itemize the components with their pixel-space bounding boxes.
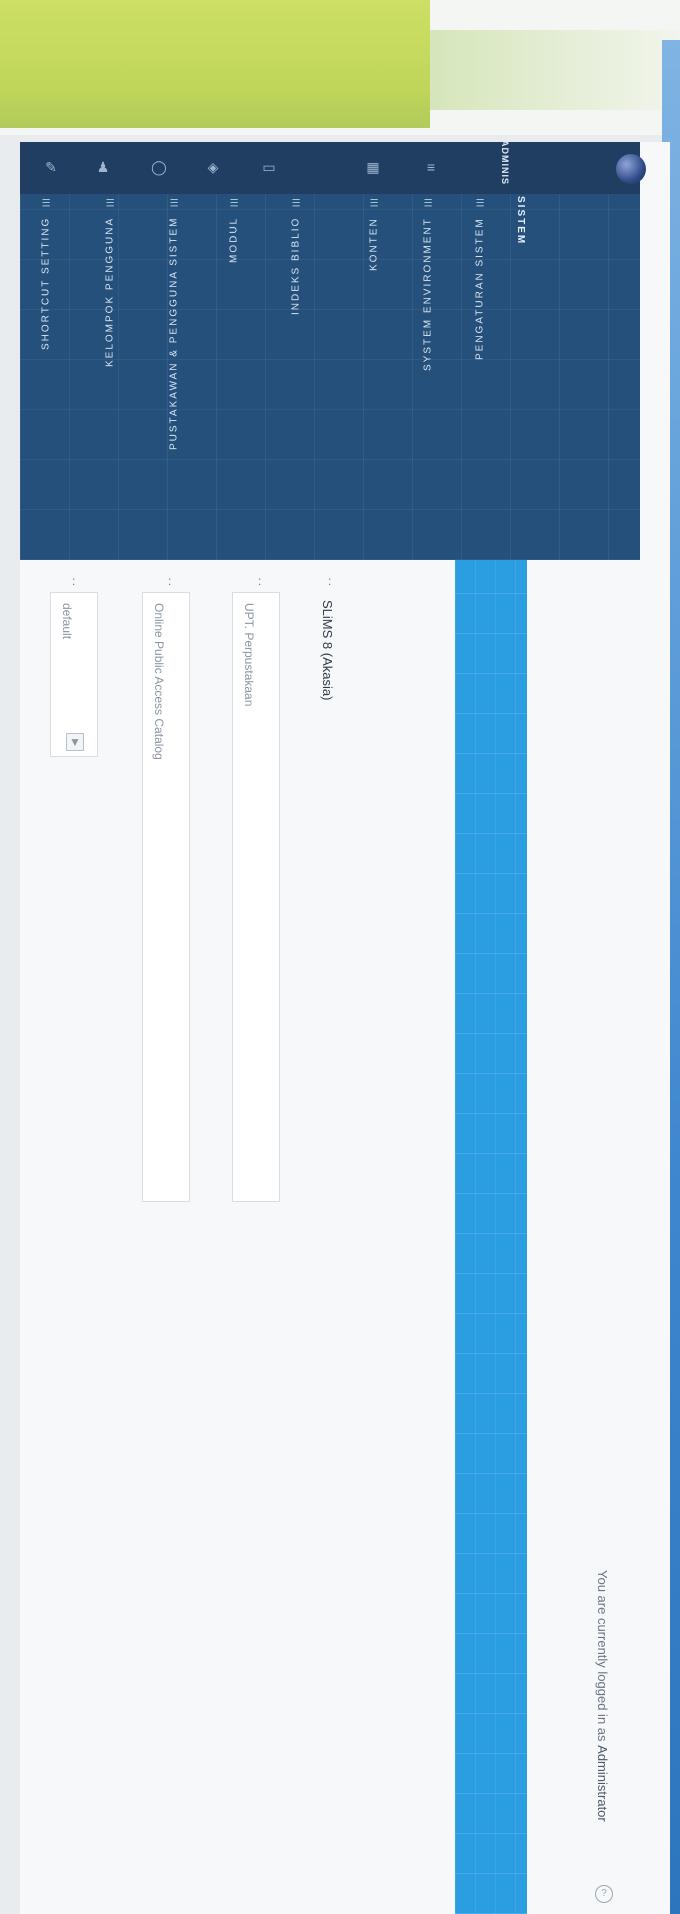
menu-bars-icon: ☰ xyxy=(474,194,486,207)
sidebar-item-label: PENGATURAN SISTEM xyxy=(474,217,486,360)
library-name-value: SLiMS 8 (Akasia) xyxy=(320,600,335,701)
sidebar-item-label: INDEKS BIBLIO xyxy=(290,217,302,316)
menu-bars-icon: ☰ xyxy=(368,194,380,207)
menu-bars-icon: ☰ xyxy=(40,194,52,207)
book-icon[interactable]: ▭ xyxy=(258,156,280,178)
sidebar-item-label: MODUL xyxy=(228,217,240,264)
sidebar-item-kelompok-pengguna[interactable]: KELOMPOK PENGGUNA ☰ xyxy=(90,194,130,560)
field-colon: : xyxy=(328,574,332,588)
pencil-icon[interactable]: ✎ xyxy=(40,156,62,178)
section-title: SISTEM xyxy=(515,196,526,246)
menu-bars-icon: ☰ xyxy=(228,194,240,207)
login-prefix: You are currently logged in as xyxy=(595,1570,610,1742)
menu-bars-icon: ☰ xyxy=(104,194,116,207)
highlight-band xyxy=(0,0,430,128)
grid-icon[interactable]: ▦ xyxy=(362,156,384,178)
app-window: ✎ ♟ ◯ ◈ ▭ ▦ ≡ ADMINIS SISTEM PENGATURAN … xyxy=(20,140,670,1914)
field-colon: : xyxy=(258,574,262,588)
chevron-down-icon[interactable]: ▼ xyxy=(66,733,84,751)
avatar[interactable] xyxy=(616,154,646,184)
bookmark-icon[interactable]: ◈ xyxy=(202,156,224,178)
opac-title-value: Online Public Access Catalog xyxy=(152,603,166,760)
sidebar-item-label: PUSTAKAWAN & PENGGUNA SISTEM xyxy=(168,217,180,451)
menu-bars-icon: ☰ xyxy=(168,194,180,207)
sidebar-item-label: SYSTEM ENVIRONMENT xyxy=(422,217,434,371)
sidebar-item-konten[interactable]: KONTEN ☰ xyxy=(354,194,394,560)
header-bar xyxy=(455,560,527,1914)
menu-bars-icon: ☰ xyxy=(422,194,434,207)
user-label: ADMINIS xyxy=(500,140,510,185)
sidebar-item-label: KONTEN xyxy=(368,217,380,271)
sidebar-item-pustakawan[interactable]: PUSTAKAWAN & PENGGUNA SISTEM ☰ xyxy=(154,194,194,560)
sidebar-item-indeks-biblio[interactable]: INDEKS BIBLIO ☰ xyxy=(276,194,316,560)
login-user: Administrator xyxy=(595,1745,610,1822)
library-subname-value: UPT. Perpustakaan xyxy=(242,603,256,707)
sidebar-item-system-environment[interactable]: SYSTEM ENVIRONMENT ☰ xyxy=(408,194,448,560)
user-icon[interactable]: ♟ xyxy=(92,156,114,178)
opac-title-field[interactable]: Online Public Access Catalog xyxy=(142,592,190,1202)
login-status: You are currently logged in as Administr… xyxy=(595,1570,610,1822)
field-colon: : xyxy=(168,574,172,588)
help-icon[interactable]: ? xyxy=(595,1885,613,1903)
sidebar-item-label: SHORTCUT SETTING xyxy=(40,217,52,351)
template-select[interactable]: default ▼ xyxy=(50,592,98,757)
circle-icon[interactable]: ◯ xyxy=(148,156,170,178)
menu-bars-icon: ☰ xyxy=(290,194,302,207)
sidebar: ✎ ♟ ◯ ◈ ▭ ▦ ≡ ADMINIS SISTEM PENGATURAN … xyxy=(20,140,646,560)
sidebar-item-label: KELOMPOK PENGGUNA xyxy=(104,217,116,368)
field-colon: : xyxy=(72,574,76,588)
sidebar-item-shortcut-setting[interactable]: SHORTCUT SETTING ☰ xyxy=(26,194,66,560)
sidebar-item-pengaturan-sistem[interactable]: PENGATURAN SISTEM ☰ xyxy=(460,194,500,560)
library-subname-field[interactable]: UPT. Perpustakaan xyxy=(232,592,280,1202)
highlight-fade xyxy=(430,30,680,110)
main-content: You are currently logged in as Administr… xyxy=(20,560,650,1914)
icon-rail: ✎ ♟ ◯ ◈ ▭ ▦ ≡ ADMINIS xyxy=(20,140,646,194)
list-icon[interactable]: ≡ xyxy=(420,156,442,178)
template-value: default xyxy=(60,603,74,640)
sidebar-item-modul[interactable]: MODUL ☰ xyxy=(214,194,254,560)
